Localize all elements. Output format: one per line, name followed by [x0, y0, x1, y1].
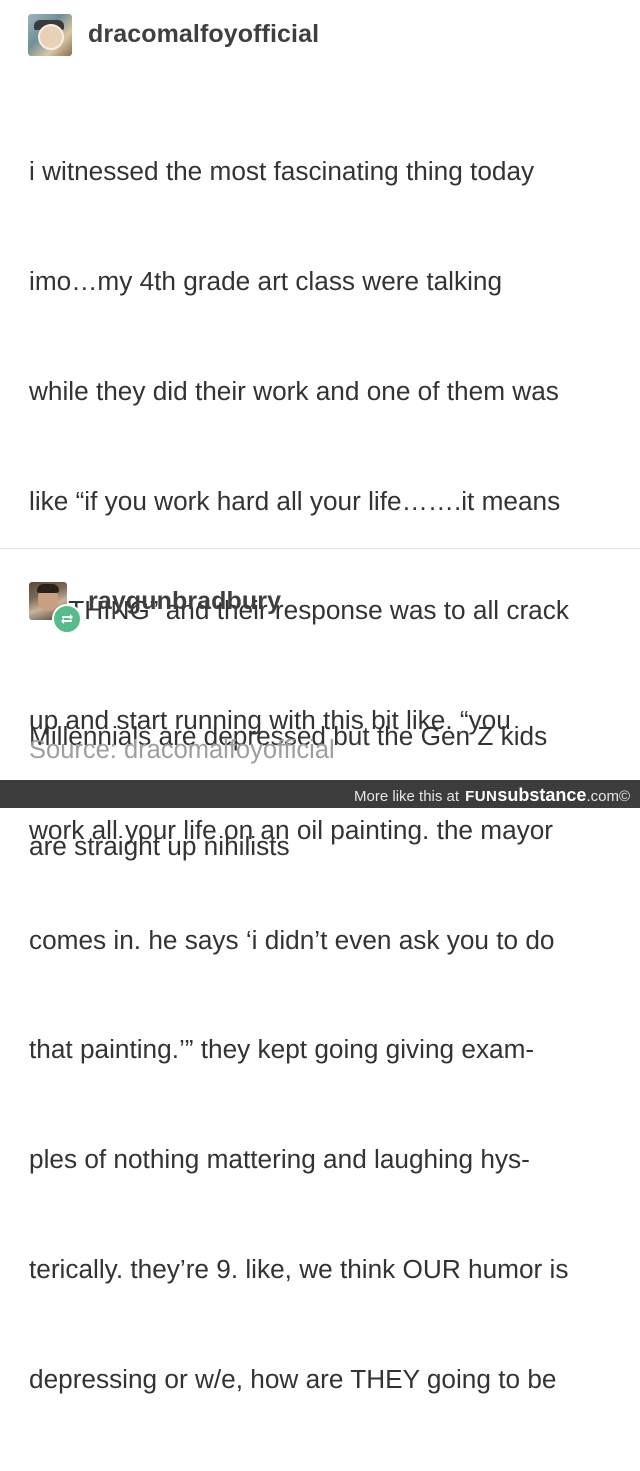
post-line: ples of nothing mattering and laughing h…: [29, 1144, 530, 1175]
post-line: i witnessed the most fascinating thing t…: [29, 156, 535, 187]
watermark-brand-c: .com©: [586, 788, 630, 805]
watermark-brand-b: substance: [497, 785, 587, 805]
post-line: terically. they’re 9. like, we think OUR…: [29, 1254, 569, 1284]
reblog-arrows-icon: [61, 614, 73, 624]
avatar[interactable]: [28, 14, 72, 56]
watermark-brand-a: FUN: [465, 788, 498, 805]
post-divider: [0, 548, 640, 549]
post-line: while they did their work and one of the…: [29, 375, 559, 406]
watermark-text[interactable]: More like this at FUN substance .com©: [354, 785, 630, 806]
post-username[interactable]: dracomalfoyofficial: [88, 20, 319, 49]
source-link[interactable]: Source: dracomalfoyofficial: [29, 736, 335, 765]
reblog-icon: [52, 604, 82, 634]
post-line: that painting.’” they kept going giving …: [29, 1034, 535, 1065]
original-post: dracomalfoyofficial i witnessed the most…: [0, 0, 640, 1394]
reblog-username[interactable]: raygunbradbury: [88, 587, 281, 616]
post-line: like “if you work hard all your life…….i…: [29, 485, 561, 516]
avatar-hair: [37, 584, 59, 593]
watermark-prefix: More like this at: [354, 788, 460, 805]
post-line: imo…my 4th grade art class were talking: [29, 265, 503, 296]
watermark-bar: More like this at FUN substance .com©: [0, 780, 640, 808]
post-line: depressing or w/e, how are THEY going to…: [29, 1363, 557, 1394]
avatar-face: [38, 24, 64, 50]
reblog-line: are straight up nihilists: [29, 830, 290, 861]
